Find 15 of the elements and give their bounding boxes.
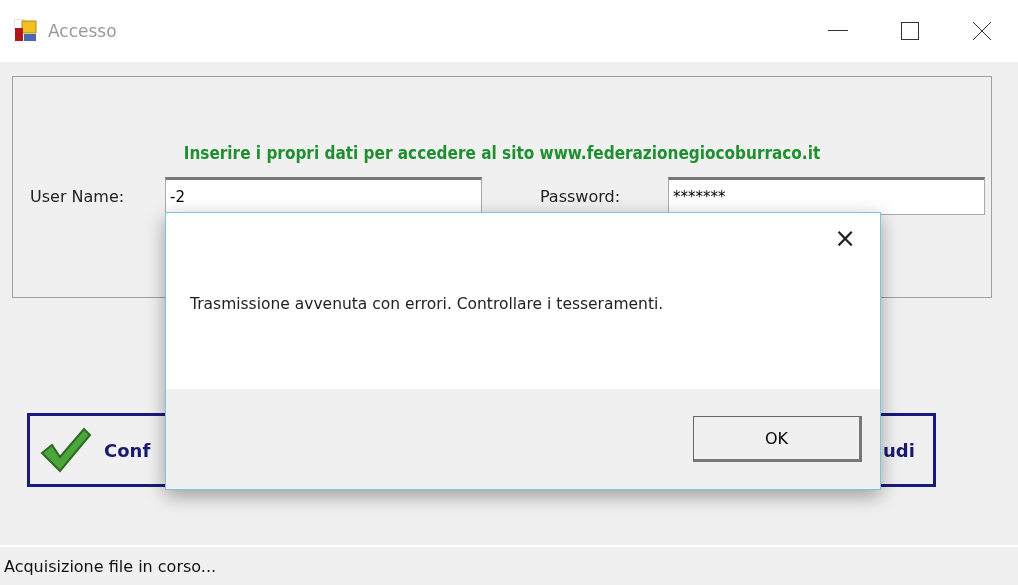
window-title: Accesso	[48, 21, 117, 41]
maximize-icon	[901, 22, 919, 40]
password-field[interactable]: *******	[667, 177, 985, 215]
ok-button[interactable]: OK	[693, 416, 862, 462]
minimize-icon	[828, 30, 848, 32]
status-text: Acquisizione file in corso...	[4, 556, 217, 576]
username-field[interactable]: -2	[165, 177, 482, 215]
field-label: User Name:	[30, 186, 126, 206]
field-label: Password:	[539, 186, 622, 206]
close-icon	[973, 22, 991, 40]
form-heading: Inserire i propri dati per accedere al sito www.federazionegiocoburraco.it	[182, 143, 822, 163]
dialog-close-button[interactable]: ×	[828, 223, 862, 253]
app-icon	[14, 19, 38, 43]
dialog-message: Trasmissione avvenuta con errori. Controllare i tesseramenti.	[190, 295, 665, 313]
checkmark-icon	[40, 427, 92, 473]
